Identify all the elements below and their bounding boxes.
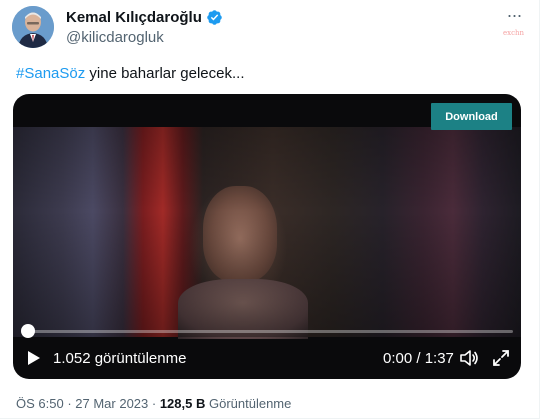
more-options-button[interactable]: ··· bbox=[504, 6, 524, 24]
fullscreen-icon[interactable] bbox=[492, 349, 510, 367]
meta-separator: · bbox=[63, 396, 76, 411]
volume-icon[interactable] bbox=[459, 349, 479, 367]
tweet-view-label: Görüntülenme bbox=[205, 396, 292, 411]
tweet-card[interactable]: Kemal Kılıçdaroğlu @kilicdarogluk ··· ex… bbox=[0, 0, 540, 419]
sponsor-mark: exchn bbox=[503, 29, 525, 37]
video-frame-shading bbox=[13, 127, 521, 337]
video-time: 0:00 / 1:37 bbox=[383, 350, 454, 367]
tweet-view-count[interactable]: 128,5 B bbox=[160, 396, 206, 411]
more-dots-icon: ··· bbox=[506, 5, 523, 25]
tweet-body: yine baharlar gelecek... bbox=[85, 65, 245, 82]
meta-separator: · bbox=[148, 396, 160, 411]
author-handle[interactable]: @kilicdarogluk bbox=[66, 29, 164, 46]
tweet-meta: ÖS 6:50 · 27 Mar 2023 · 128,5 B Görüntül… bbox=[16, 396, 291, 411]
video-player[interactable]: Download 1.052 görüntülenme 0:00 / 1:37 bbox=[13, 94, 521, 379]
verified-badge-icon bbox=[207, 10, 222, 25]
author-name-text: Kemal Kılıçdaroğlu bbox=[66, 9, 202, 26]
avatar[interactable] bbox=[12, 6, 54, 48]
tweet-date[interactable]: 27 Mar 2023 bbox=[75, 396, 148, 411]
author-display-name[interactable]: Kemal Kılıçdaroğlu bbox=[66, 9, 223, 26]
progress-track[interactable] bbox=[27, 330, 513, 333]
tweet-text: #SanaSöz yine baharlar gelecek... bbox=[16, 65, 245, 82]
column-border bbox=[539, 0, 540, 419]
video-view-count: 1.052 görüntülenme bbox=[53, 350, 187, 367]
tweet-time[interactable]: ÖS 6:50 bbox=[16, 396, 64, 411]
scrub-handle[interactable] bbox=[21, 324, 35, 338]
hashtag-link[interactable]: #SanaSöz bbox=[16, 65, 85, 82]
play-icon[interactable] bbox=[27, 350, 41, 366]
download-button[interactable]: Download bbox=[431, 103, 512, 130]
avatar-image bbox=[12, 6, 54, 48]
